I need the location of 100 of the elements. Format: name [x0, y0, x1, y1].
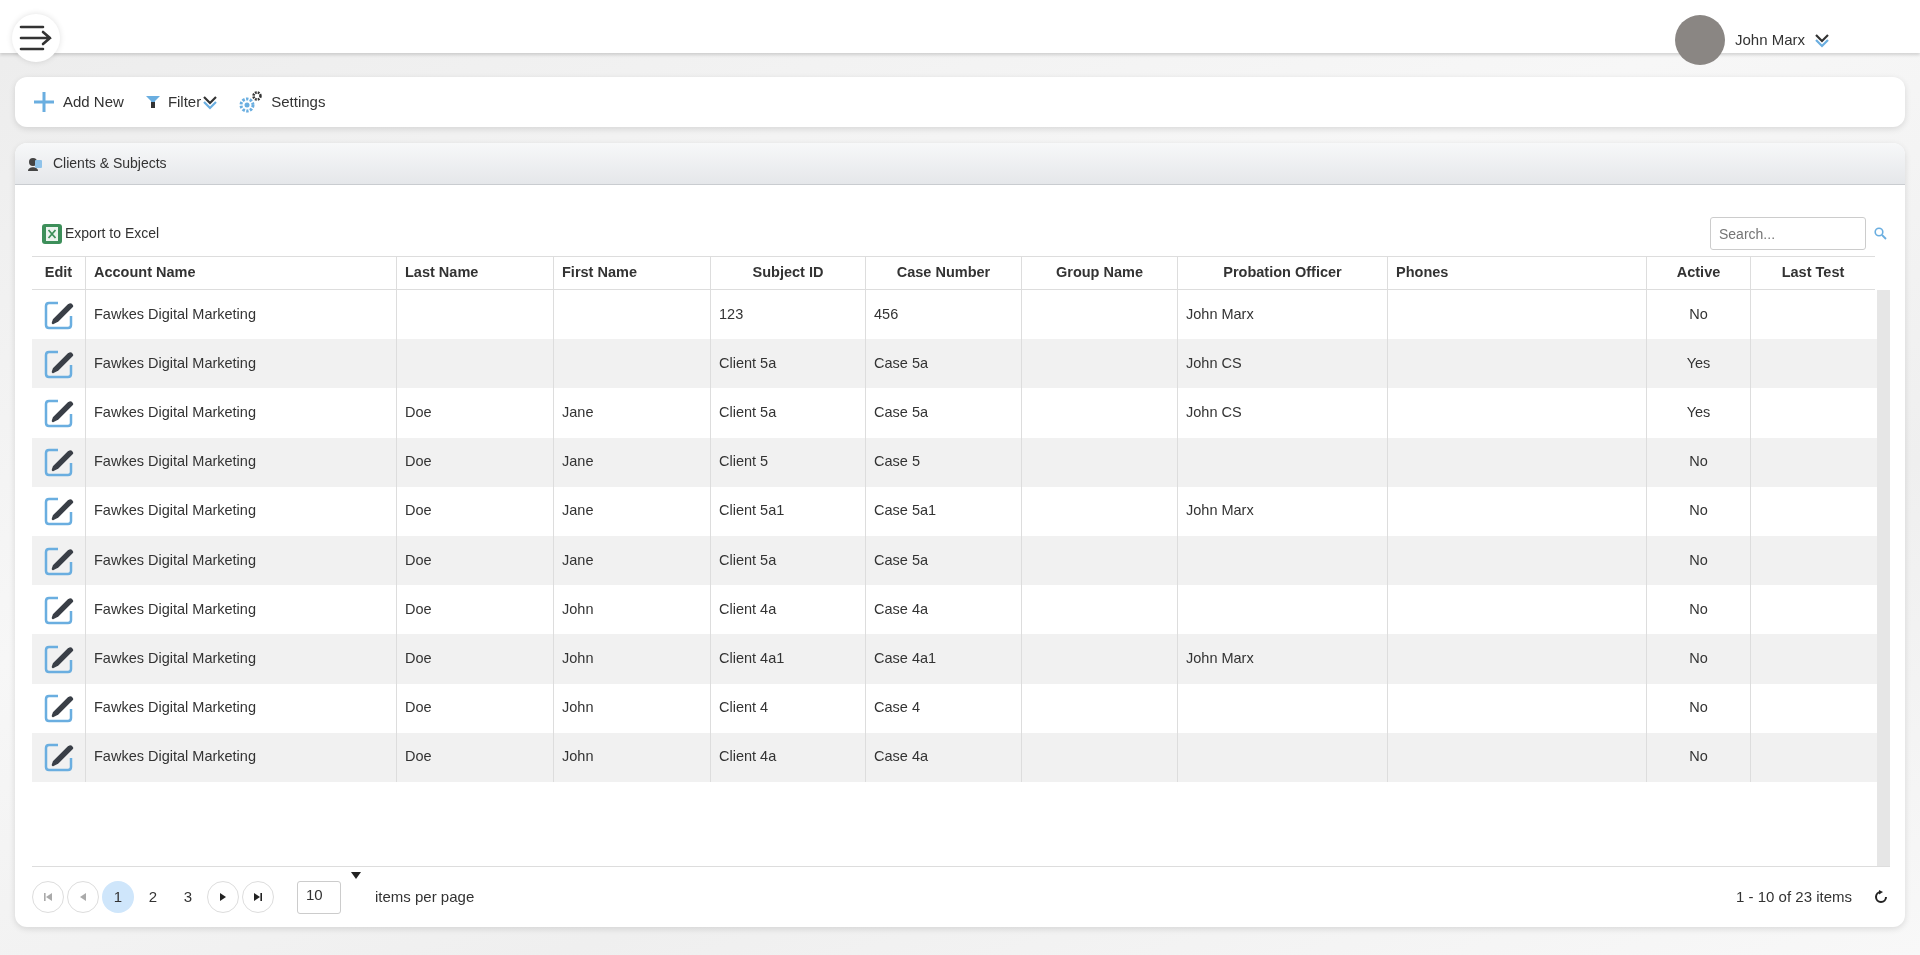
table-cell: Case 4a1	[865, 634, 1021, 684]
double-chevron-icon[interactable]	[1815, 32, 1830, 48]
last-page-button[interactable]	[242, 881, 274, 913]
edit-button[interactable]	[43, 594, 74, 625]
column-header[interactable]: Edit	[32, 257, 85, 289]
table-cell: John	[553, 683, 710, 733]
column-header[interactable]: Last Test	[1750, 257, 1875, 289]
table-cell: No	[1646, 634, 1750, 684]
table-cell: Fawkes Digital Marketing	[85, 535, 396, 586]
table-cell: Client 5	[710, 437, 865, 487]
table-cell: Case 5a	[865, 388, 1021, 438]
previous-page-icon	[78, 892, 88, 902]
people-icon	[28, 156, 43, 171]
table-cell: Fawkes Digital Marketing	[85, 486, 396, 536]
table-cell: Client 5a	[710, 339, 865, 389]
export-button[interactable]: Export to Excel	[42, 223, 160, 244]
plus-icon	[33, 91, 55, 113]
edit-button[interactable]	[43, 299, 74, 330]
refresh-button[interactable]	[1874, 890, 1888, 904]
edit-button[interactable]	[43, 496, 74, 527]
table-cell: Doe	[396, 535, 553, 586]
table-cell: Doe	[396, 634, 553, 684]
table-cell: Jane	[553, 535, 710, 586]
settings-button[interactable]: Settings	[239, 90, 326, 114]
edit-icon	[43, 643, 74, 674]
table-cell: Fawkes Digital Marketing	[85, 437, 396, 487]
next-page-button[interactable]	[207, 881, 239, 913]
table-cell: John Marx	[1177, 486, 1387, 536]
table-cell: Doe	[396, 486, 553, 536]
user-menu[interactable]: John Marx	[1735, 28, 1806, 52]
edit-button[interactable]	[43, 348, 74, 379]
column-header[interactable]: Last Name	[396, 257, 553, 289]
menu-button[interactable]	[12, 14, 60, 62]
edit-button[interactable]	[43, 693, 74, 724]
column-header[interactable]: Account Name	[85, 257, 396, 289]
table-cell: No	[1646, 486, 1750, 536]
page-size-label: items per page	[375, 886, 475, 907]
table-cell: Fawkes Digital Marketing	[85, 634, 396, 684]
column-header[interactable]: Subject ID	[710, 257, 865, 289]
edit-button[interactable]	[43, 397, 74, 428]
gears-icon	[239, 90, 264, 114]
edit-icon	[43, 348, 74, 379]
double-chevron-icon	[203, 94, 218, 110]
column-header[interactable]: First Name	[553, 257, 710, 289]
avatar-photo	[1675, 15, 1725, 65]
pager-summary: 1 - 10 of 23 items	[1736, 886, 1852, 907]
edit-icon	[43, 447, 74, 478]
edit-icon	[43, 496, 74, 527]
edit-button[interactable]	[43, 742, 74, 773]
table-cell: Client 4a	[710, 732, 865, 782]
edit-icon	[43, 299, 74, 330]
table-cell: Fawkes Digital Marketing	[85, 732, 396, 782]
edit-icon	[43, 397, 74, 428]
column-header[interactable]: Phones	[1387, 257, 1646, 289]
page-button[interactable]: 2	[137, 881, 169, 913]
filter-button[interactable]: Filter	[145, 90, 218, 114]
table-cell: John CS	[1177, 388, 1387, 438]
table-cell: Jane	[553, 486, 710, 536]
table-cell: No	[1646, 437, 1750, 487]
table-cell: Jane	[553, 437, 710, 487]
edit-button[interactable]	[43, 643, 74, 674]
table-cell: Doe	[396, 437, 553, 487]
next-page-icon	[218, 892, 228, 902]
table-cell: Client 5a	[710, 535, 865, 586]
page-button[interactable]: 1	[102, 881, 134, 913]
first-page-icon	[43, 892, 53, 902]
search-field[interactable]: Search...	[1710, 217, 1866, 250]
column-header[interactable]: Probation Officer	[1177, 257, 1387, 289]
table-cell: Case 5	[865, 437, 1021, 487]
table-cell: John CS	[1177, 339, 1387, 389]
table-cell: Case 5a	[865, 339, 1021, 389]
spreadsheet-icon	[42, 223, 62, 244]
column-header[interactable]: Active	[1646, 257, 1750, 289]
page-size-dropdown[interactable]: 10	[297, 880, 341, 914]
table-cell: John	[553, 732, 710, 782]
table-cell: Case 4	[865, 683, 1021, 733]
caret-icon[interactable]	[351, 872, 361, 879]
edit-icon	[43, 693, 74, 724]
table-cell: John Marx	[1177, 634, 1387, 684]
last-page-icon	[253, 892, 263, 902]
edit-icon	[43, 545, 74, 576]
refresh-icon	[1874, 890, 1888, 904]
edit-button[interactable]	[43, 545, 74, 576]
table-cell: Fawkes Digital Marketing	[85, 683, 396, 733]
table-cell: Fawkes Digital Marketing	[85, 339, 396, 389]
page-button[interactable]: 3	[172, 881, 204, 913]
column-header[interactable]: Case Number	[865, 257, 1021, 289]
table-cell: Case 5a	[865, 535, 1021, 586]
table-cell: Case 4a	[865, 732, 1021, 782]
table-cell: Client 5a1	[710, 486, 865, 536]
column-header[interactable]: Group Name	[1021, 257, 1177, 289]
panel-title: Clients & Subjects	[53, 154, 167, 173]
table-cell: Doe	[396, 683, 553, 733]
table-cell: Fawkes Digital Marketing	[85, 388, 396, 438]
table-cell: Yes	[1646, 339, 1750, 389]
table-cell: Client 4a1	[710, 634, 865, 684]
add-button[interactable]: Add New	[33, 90, 124, 114]
table-cell: No	[1646, 535, 1750, 586]
edit-button[interactable]	[43, 447, 74, 478]
scrollbar[interactable]	[1877, 290, 1890, 866]
